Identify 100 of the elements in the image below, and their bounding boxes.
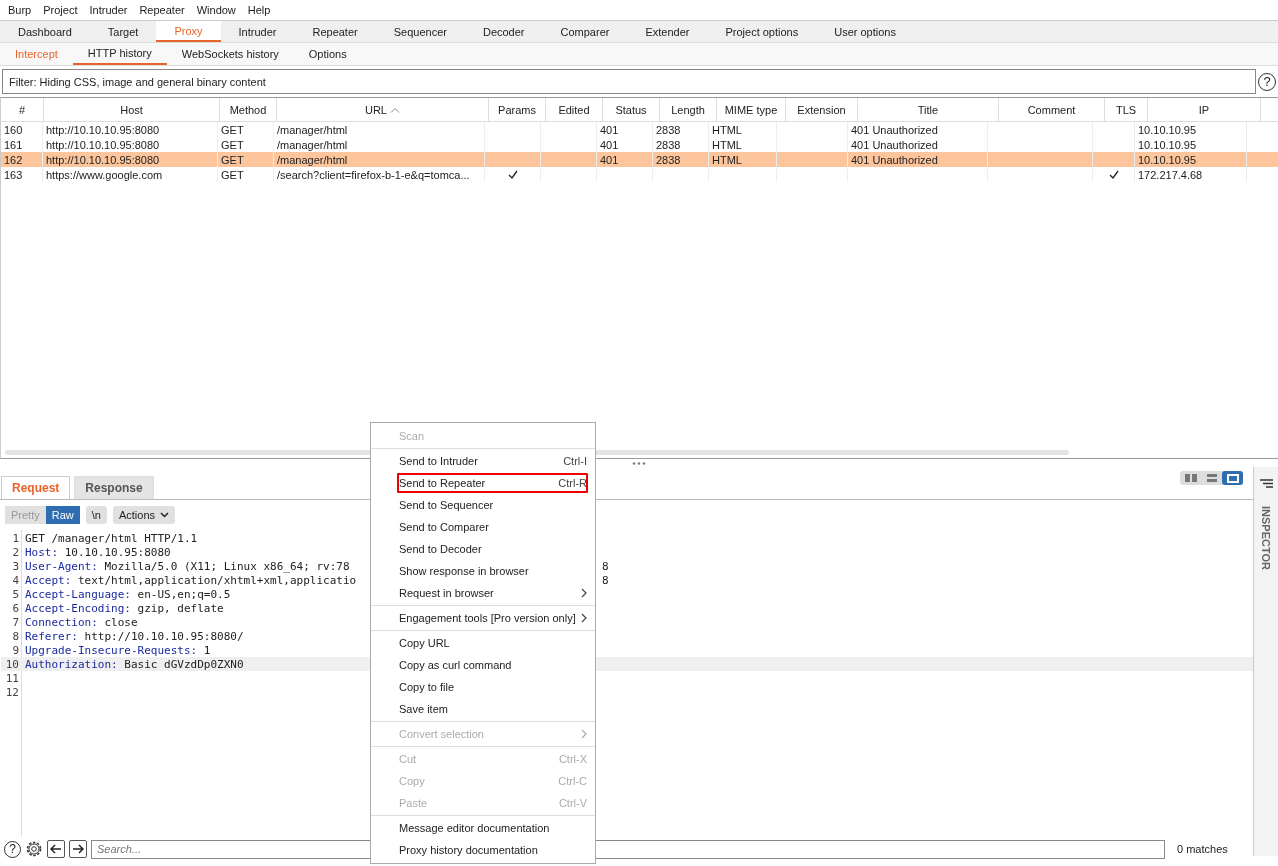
column-header[interactable]: Status bbox=[603, 98, 660, 121]
table-cell: HTML bbox=[712, 138, 742, 151]
menu-icon[interactable] bbox=[1259, 479, 1273, 488]
line-number: 9 bbox=[11, 643, 19, 657]
table-cell: 172.217.4.68 bbox=[1138, 168, 1203, 181]
column-header[interactable]: Title bbox=[858, 98, 999, 121]
splitter-handle-icon[interactable] bbox=[632, 461, 646, 465]
code-line: Accept-Language: en-US,en;q=0.5 bbox=[25, 587, 231, 601]
code-line: Authorization: Basic dGVzdDp0ZXN0 bbox=[25, 657, 244, 671]
actions-dropdown[interactable]: Actions bbox=[112, 506, 175, 524]
chevron-down-icon bbox=[160, 512, 169, 518]
newline-toggle[interactable]: \n bbox=[85, 506, 107, 524]
main-tab[interactable]: Project options bbox=[707, 21, 817, 42]
menu-item[interactable]: Copy to file bbox=[371, 676, 595, 698]
table-cell: http://10.10.10.95:8080 bbox=[46, 138, 160, 151]
settings-icon[interactable] bbox=[25, 840, 43, 858]
menu-item[interactable]: Project bbox=[37, 4, 84, 16]
code-line: User-Agent: Mozilla/5.0 (X11; Linux x86_64; rv:78 bbox=[25, 559, 350, 573]
column-header[interactable]: Comment bbox=[999, 98, 1105, 121]
menu-item[interactable]: Intruder bbox=[83, 4, 134, 16]
table-cell: /manager/html bbox=[277, 138, 348, 151]
column-header[interactable]: Extension bbox=[786, 98, 858, 121]
column-header[interactable]: Params bbox=[489, 98, 546, 121]
menu-item[interactable]: Burp bbox=[2, 4, 38, 16]
table-cell: GET bbox=[221, 168, 244, 181]
table-cell: 10.10.10.95 bbox=[1138, 138, 1197, 151]
code-fragment: 8 bbox=[602, 559, 609, 573]
menu-item[interactable]: Request in browser bbox=[371, 582, 595, 604]
table-cell: 161 bbox=[4, 138, 23, 151]
main-tab[interactable]: Decoder bbox=[464, 21, 543, 42]
sub-tab[interactable]: WebSockets history bbox=[166, 43, 294, 65]
menu-item[interactable]: Send to Decoder bbox=[371, 538, 595, 560]
split-columns-icon bbox=[1184, 474, 1197, 482]
view-button[interactable]: Raw bbox=[45, 506, 80, 524]
table-cell: 401 Unauthorized bbox=[851, 123, 938, 136]
code-line: Connection: close bbox=[25, 615, 138, 629]
table-row[interactable]: 163 https://www.google.com GET /search?client=firefox-b-1-e&q=tomca... 172.217.4.68 bbox=[1, 167, 1278, 182]
inspector-panel[interactable]: INSPECTOR bbox=[1253, 467, 1278, 856]
code-line: Upgrade-Insecure-Requests: 1 bbox=[25, 643, 211, 657]
main-tab[interactable]: Extender bbox=[627, 21, 708, 42]
table-cell: http://10.10.10.95:8080 bbox=[46, 153, 160, 166]
table-cell: 2838 bbox=[656, 138, 681, 151]
table-cell: 10.10.10.95 bbox=[1138, 123, 1197, 136]
table-row[interactable]: 160 http://10.10.10.95:8080 GET /manager/html 401 2838 HTML 401 Unauthorized 10.10.10.95 bbox=[1, 122, 1278, 137]
layout-toggle[interactable] bbox=[1222, 471, 1243, 485]
main-tab[interactable]: Target bbox=[89, 21, 157, 42]
menu-item[interactable]: Copy URL bbox=[371, 632, 595, 654]
menu-item[interactable]: Message editor documentation bbox=[371, 817, 595, 839]
match-count: 0 matches bbox=[1176, 843, 1229, 855]
column-header[interactable]: TLS bbox=[1105, 98, 1148, 121]
table-cell: /manager/html bbox=[277, 153, 348, 166]
single-pane-icon bbox=[1226, 473, 1239, 483]
menu-item[interactable]: Show response in browser bbox=[371, 560, 595, 582]
code-line: Accept-Encoding: gzip, deflate bbox=[25, 601, 224, 615]
menu-item[interactable]: Send to Comparer bbox=[371, 516, 595, 538]
line-number: 1 bbox=[11, 531, 19, 545]
column-header[interactable]: IP bbox=[1148, 98, 1261, 121]
table-cell: 163 bbox=[4, 168, 23, 181]
main-tab[interactable]: Comparer bbox=[542, 21, 628, 42]
column-header[interactable]: Host bbox=[44, 98, 220, 121]
filter-bar[interactable]: Filter: Hiding CSS, image and general binary content bbox=[2, 69, 1256, 94]
menu-item[interactable]: Repeater bbox=[133, 4, 191, 16]
split-rows-icon bbox=[1205, 474, 1218, 482]
column-header[interactable]: Method bbox=[220, 98, 277, 121]
column-header[interactable]: URL bbox=[277, 98, 489, 121]
menu-item[interactable]: Engagement tools [Pro version only] bbox=[371, 607, 595, 629]
menu-item[interactable]: Window bbox=[190, 4, 242, 16]
line-number: 10 bbox=[4, 657, 19, 671]
arrow-right-icon bbox=[72, 844, 84, 854]
forward-button[interactable] bbox=[69, 840, 87, 858]
editor-tab[interactable]: Response bbox=[74, 476, 154, 499]
main-tab[interactable]: User options bbox=[816, 21, 914, 42]
table-cell: 401 Unauthorized bbox=[851, 138, 938, 151]
column-header[interactable]: MIME type bbox=[717, 98, 786, 121]
line-number: 12 bbox=[4, 685, 19, 699]
main-tab[interactable]: Dashboard bbox=[0, 21, 90, 42]
main-tab[interactable]: Intruder bbox=[220, 21, 295, 42]
main-tab[interactable]: Repeater bbox=[294, 21, 376, 42]
table-cell: GET bbox=[221, 153, 244, 166]
menu-item[interactable]: Help bbox=[241, 4, 277, 16]
inspector-label[interactable]: INSPECTOR bbox=[1260, 506, 1272, 570]
column-header[interactable]: # bbox=[1, 98, 44, 121]
column-header[interactable]: Length bbox=[660, 98, 717, 121]
menu-item[interactable]: Send to Intruder Ctrl-I bbox=[371, 450, 595, 472]
back-button[interactable] bbox=[47, 840, 65, 858]
menu-item[interactable]: Proxy history documentation bbox=[371, 839, 595, 861]
main-tab[interactable]: Sequencer bbox=[375, 21, 465, 42]
code-line: Referer: http://10.10.10.95:8080/ bbox=[25, 629, 244, 643]
table-cell: https://www.google.com bbox=[46, 168, 163, 181]
menu-item[interactable]: Save item bbox=[371, 698, 595, 720]
menu-item[interactable]: Send to Repeater Ctrl-R bbox=[396, 472, 589, 494]
line-number: 5 bbox=[11, 587, 19, 601]
table-row[interactable]: 162 http://10.10.10.95:8080 GET /manager/html 401 2838 HTML 401 Unauthorized 10.10.10.95 bbox=[1, 152, 1278, 167]
sub-tab[interactable]: HTTP history bbox=[72, 43, 167, 65]
menu-item[interactable]: Copy as curl command bbox=[371, 654, 595, 676]
column-header[interactable]: Edited bbox=[546, 98, 603, 121]
sub-tab[interactable]: Options bbox=[293, 43, 362, 65]
code-line: Accept: text/html,application/xhtml+xml,applicatio bbox=[25, 573, 357, 587]
table-cell: 162 bbox=[4, 153, 23, 166]
menu-item[interactable]: Send to Sequencer bbox=[371, 494, 595, 516]
